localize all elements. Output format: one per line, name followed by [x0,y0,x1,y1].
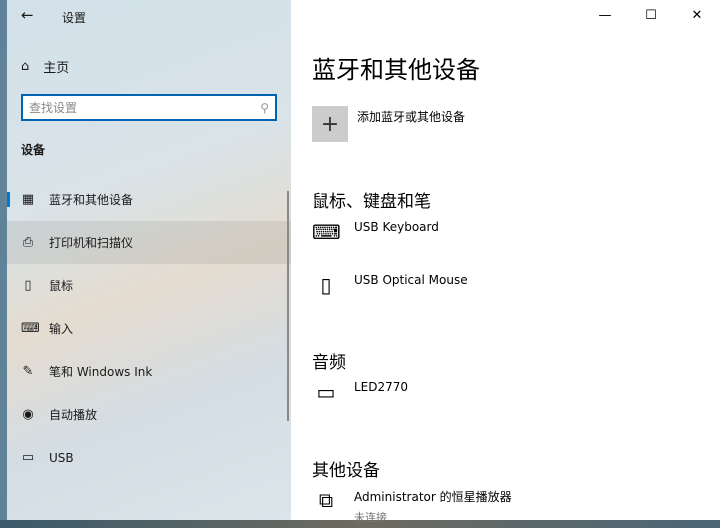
home-label: 主页 [43,61,70,76]
item-label: 蓝牙和其他设备 [49,193,134,207]
monitor-icon: ▭ [316,380,336,404]
item-label: 输入 [49,322,74,336]
section-mouse-keyboard: 鼠标、键盘和笔 [312,192,431,212]
maximize-button[interactable]: ☐ [628,0,674,30]
usb-icon: ▭ [21,450,35,465]
device-name: USB Optical Mouse [354,273,468,287]
section-heading: 设备 [21,143,46,157]
device-name: LED2770 [354,380,409,394]
media-player-icon: ⧉ [318,488,334,512]
add-device-label[interactable]: 添加蓝牙或其他设备 [357,108,465,125]
device-name: Administrator 的恒星播放器 [354,490,512,504]
item-label: USB [49,450,74,465]
close-button[interactable]: ✕ [674,0,720,30]
sidebar-item-bluetooth[interactable]: ▦ 蓝牙和其他设备 [7,178,291,221]
sidebar-item-autoplay[interactable]: ◉ 自动播放 [7,393,291,436]
plus-icon: + [320,111,340,137]
item-label: 打印机和扫描仪 [49,236,134,250]
autoplay-icon: ◉ [22,407,34,422]
item-label: 自动播放 [49,408,98,422]
keyboard-icon: ⌨ [312,220,341,244]
page-title: 蓝牙和其他设备 [312,56,480,84]
back-button[interactable]: ← [21,6,34,24]
sidebar-nav: ▦ 蓝牙和其他设备 ⎙ 打印机和扫描仪 ▯ 鼠标 ⌨ 输入 ✎ 笔和 Windows In… [7,178,291,479]
add-device-button[interactable]: + [312,106,348,142]
mouse-icon: ▯ [320,273,332,297]
device-mouse[interactable]: ▯ USB Optical Mouse [312,273,468,297]
search-input[interactable]: 查找设置 ⚲ [21,94,277,121]
sidebar: ← 设置 ⌂ 主页 查找设置 ⚲ 设备 ▦ 蓝牙和其他设备 ⎙ 打印机和扫描仪 ▯ 鼠标 … [7,0,291,520]
device-keyboard[interactable]: ⌨ USB Keyboard [312,220,439,244]
sidebar-item-typing[interactable]: ⌨ 输入 [7,307,291,350]
keyboard-icon: ⌨ [21,321,40,336]
search-placeholder: 查找设置 [29,101,78,115]
section-other: 其他设备 [312,461,380,481]
window-controls: — ☐ ✕ [582,0,720,30]
device-status: 未连接 [354,511,387,524]
section-audio: 音频 [312,353,346,373]
window-title: 设置 [62,11,87,25]
main-content: — ☐ ✕ 蓝牙和其他设备 + 添加蓝牙或其他设备 鼠标、键盘和笔 ⌨ USB K… [291,0,720,524]
bluetooth-devices-icon: ▦ [21,192,35,207]
device-name: USB Keyboard [354,220,439,234]
minimize-button[interactable]: — [582,0,628,30]
search-icon: ⚲ [260,100,269,115]
home-icon: ⌂ [21,59,30,74]
pen-icon: ✎ [22,364,34,379]
settings-window: ← 设置 ⌂ 主页 查找设置 ⚲ 设备 ▦ 蓝牙和其他设备 ⎙ 打印机和扫描仪 ▯ 鼠标 … [7,0,720,524]
mouse-icon: ▯ [24,278,32,293]
sidebar-item-usb[interactable]: ▭ USB [7,436,291,479]
sidebar-item-printers[interactable]: ⎙ 打印机和扫描仪 [7,221,291,264]
item-label: 鼠标 [49,279,74,293]
scrollbar[interactable] [287,191,289,421]
printer-icon: ⎙ [22,235,34,250]
sidebar-home[interactable]: ⌂ 主页 [21,57,69,76]
device-player[interactable]: ⧉ Administrator 的恒星播放器 未连接 [312,488,512,525]
item-label: 笔和 Windows Ink [49,365,153,379]
sidebar-item-mouse[interactable]: ▯ 鼠标 [7,264,291,307]
sidebar-item-pen[interactable]: ✎ 笔和 Windows Ink [7,350,291,393]
device-monitor[interactable]: ▭ LED2770 [312,380,409,404]
